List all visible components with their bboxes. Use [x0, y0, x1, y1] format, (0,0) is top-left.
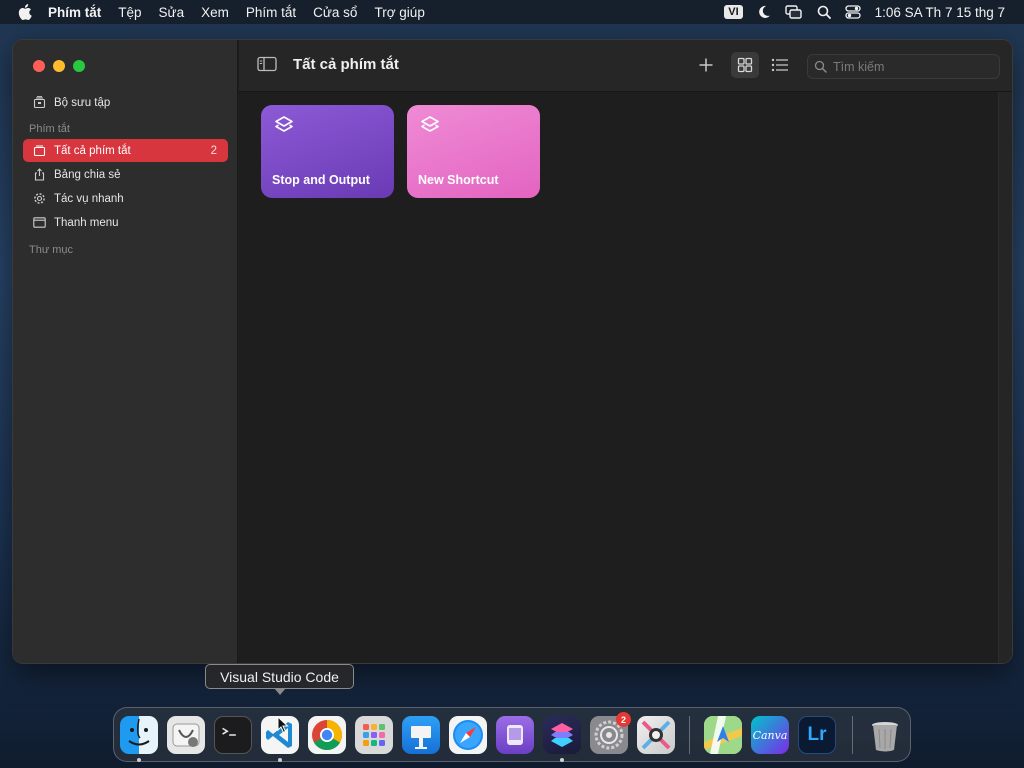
- notification-badge: 2: [616, 712, 631, 727]
- chrome-icon: [312, 720, 343, 751]
- safari-icon: [453, 720, 483, 750]
- menu-bar-icon: [32, 216, 46, 230]
- finder-icon: [128, 718, 150, 746]
- all-shortcuts-icon: [32, 144, 46, 158]
- menu-edit[interactable]: Sửa: [159, 5, 185, 20]
- launchpad-icon: [363, 724, 385, 746]
- dock-app-terminal[interactable]: [214, 716, 252, 754]
- dock-app-launchpad[interactable]: [355, 716, 393, 754]
- canva-icon: Canva: [752, 728, 788, 742]
- zoom-window-button[interactable]: [73, 60, 85, 72]
- lightroom-icon: Lr: [807, 724, 827, 745]
- dock-app-chrome[interactable]: [308, 716, 346, 754]
- search-field[interactable]: [807, 54, 1000, 79]
- sidebar-item-gallery[interactable]: Bộ sưu tập: [23, 91, 228, 114]
- add-shortcut-button[interactable]: [692, 52, 720, 78]
- search-icon: [814, 60, 827, 73]
- instruments-icon: [641, 720, 671, 750]
- mouse-cursor-icon: [277, 715, 289, 739]
- sidebar-item-all-shortcuts[interactable]: Tất cả phím tắt 2: [23, 139, 228, 162]
- main-content: Tất cả phím tắt Stop and Output: [239, 40, 1012, 663]
- shortcut-card-label: Stop and Output: [272, 173, 370, 187]
- dock-app-keynote[interactable]: [402, 716, 440, 754]
- minimize-window-button[interactable]: [53, 60, 65, 72]
- sidebar-toggle-icon[interactable]: [257, 56, 277, 77]
- vertical-scrollbar[interactable]: [998, 92, 1012, 663]
- menu-bar: Phím tắt Tệp Sửa Xem Phím tắt Cửa sổ Trợ…: [0, 0, 1024, 24]
- share-sheet-icon: [32, 168, 46, 182]
- search-input[interactable]: [833, 59, 983, 74]
- grid-view-button[interactable]: [731, 52, 759, 78]
- dock-app-safari[interactable]: [449, 716, 487, 754]
- plus-icon: [699, 58, 713, 72]
- list-icon: [771, 58, 788, 72]
- sidebar-item-label: Thanh menu: [54, 216, 119, 229]
- gallery-icon: [32, 96, 46, 110]
- menu-window[interactable]: Cửa sổ: [313, 5, 357, 20]
- sidebar-item-menu-bar[interactable]: Thanh menu: [23, 211, 228, 234]
- maps-icon: [704, 716, 742, 754]
- sidebar-item-quick-actions[interactable]: Tác vụ nhanh: [23, 187, 228, 210]
- dock-app-lightroom[interactable]: Lr: [798, 716, 836, 754]
- input-source-badge[interactable]: VI: [724, 5, 743, 19]
- sidebar-section-folders: Thư mục: [29, 244, 74, 256]
- disk-utility-icon: [172, 723, 200, 747]
- dock-app-shortcuts[interactable]: [543, 716, 581, 754]
- dock-separator: [689, 716, 690, 754]
- sidebar-item-label: Bảng chia sẻ: [54, 168, 121, 181]
- dock-app-maps[interactable]: [704, 716, 742, 754]
- apple-menu-icon[interactable]: [18, 4, 34, 20]
- running-indicator: [278, 758, 282, 762]
- dock-tooltip: Visual Studio Code: [205, 664, 354, 695]
- menu-shortcuts[interactable]: Phím tắt: [246, 5, 296, 20]
- shortcut-count: 2: [210, 144, 217, 157]
- shortcut-card-label: New Shortcut: [418, 173, 499, 187]
- focus-moon-icon[interactable]: [757, 5, 771, 19]
- trash-icon: [872, 722, 898, 752]
- sidebar-item-label: Tác vụ nhanh: [54, 192, 124, 205]
- dock-app-trash[interactable]: [866, 716, 904, 754]
- sidebar-section-shortcuts: Phím tắt: [29, 123, 70, 135]
- shortcut-card-stop-and-output[interactable]: Stop and Output: [261, 105, 394, 198]
- shortcuts-layers-icon: [419, 115, 441, 142]
- simulator-icon: [507, 725, 523, 745]
- window-controls: [33, 60, 93, 72]
- dock-app-canva[interactable]: Canva: [751, 716, 789, 754]
- running-indicator: [560, 758, 564, 762]
- shortcuts-layers-icon: [273, 115, 295, 142]
- quick-actions-gear-icon: [32, 192, 46, 206]
- running-indicator: [137, 758, 141, 762]
- shortcuts-window: Bộ sưu tập Phím tắt Tất cả phím tắt 2 Bả…: [12, 39, 1013, 664]
- shortcut-card-new-shortcut[interactable]: New Shortcut: [407, 105, 540, 198]
- screen-mirroring-icon[interactable]: [784, 5, 803, 19]
- sidebar-item-label: Bộ sưu tập: [54, 96, 111, 109]
- terminal-icon: [222, 727, 236, 736]
- dock-app-disk-utility[interactable]: [167, 716, 205, 754]
- dock-app-finder[interactable]: [120, 716, 158, 754]
- menu-clock[interactable]: 1:06 SA Th 7 15 thg 7: [875, 5, 1005, 20]
- dock: 2 Canva Lr: [113, 707, 911, 762]
- menu-help[interactable]: Trợ giúp: [374, 5, 424, 20]
- toolbar: Tất cả phím tắt: [239, 40, 1012, 92]
- page-title: Tất cả phím tắt: [293, 56, 399, 73]
- menu-view[interactable]: Xem: [201, 5, 229, 20]
- spotlight-search-icon[interactable]: [817, 5, 831, 19]
- dock-separator: [852, 716, 853, 754]
- dock-app-simulator[interactable]: [496, 716, 534, 754]
- grid-icon: [737, 57, 753, 73]
- keynote-icon: [411, 726, 431, 749]
- sidebar: Bộ sưu tập Phím tắt Tất cả phím tắt 2 Bả…: [13, 40, 238, 663]
- menu-file[interactable]: Tệp: [118, 5, 141, 20]
- sidebar-item-label: Tất cả phím tắt: [54, 144, 131, 157]
- list-view-button[interactable]: [766, 52, 794, 78]
- close-window-button[interactable]: [33, 60, 45, 72]
- dock-app-instruments[interactable]: [637, 716, 675, 754]
- shortcuts-icon: [551, 723, 573, 747]
- menu-app-name[interactable]: Phím tắt: [48, 5, 101, 20]
- control-center-icon[interactable]: [844, 5, 861, 19]
- sidebar-item-share-sheet[interactable]: Bảng chia sẻ: [23, 163, 228, 186]
